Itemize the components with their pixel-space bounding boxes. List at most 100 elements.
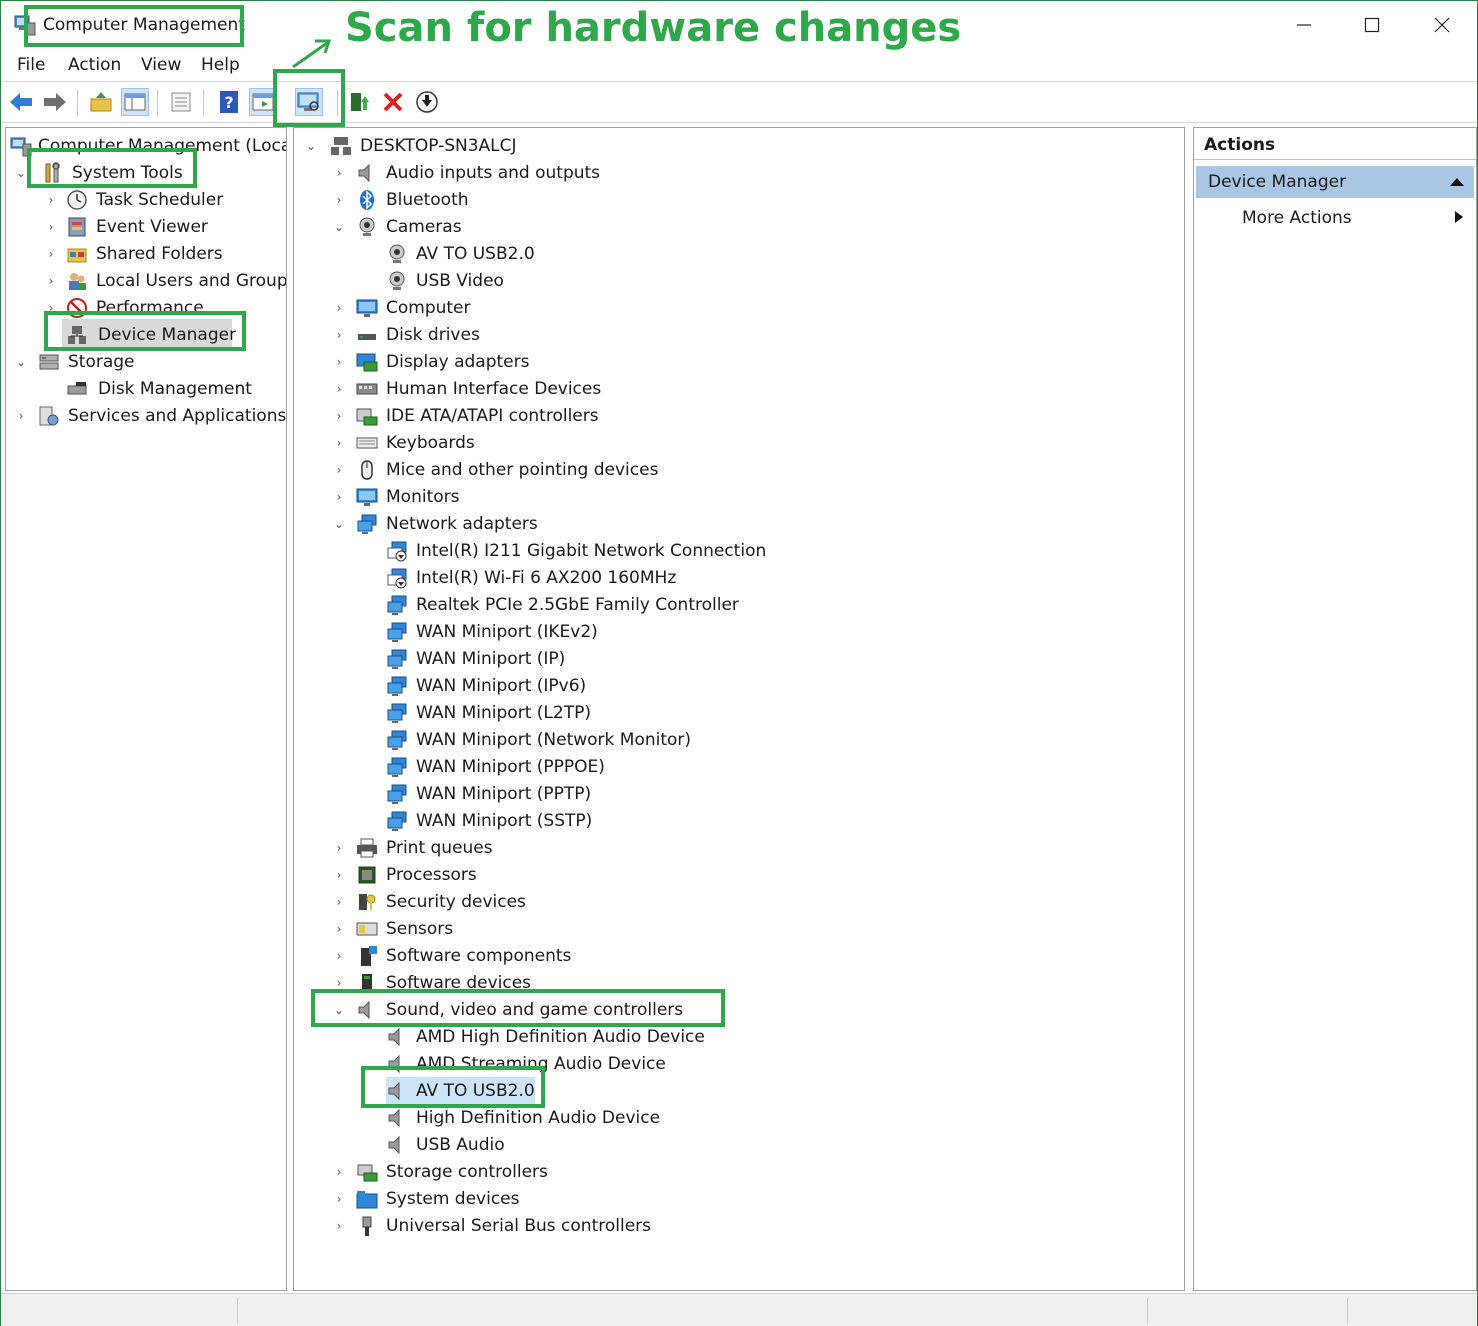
device-tree-root[interactable]: ⌄ DESKTOP-SN3ALCJ: [304, 132, 517, 159]
chevron-right-icon[interactable]: ›: [332, 1192, 346, 1206]
device-category[interactable]: › Computer: [332, 294, 471, 321]
chevron-right-icon[interactable]: ›: [332, 490, 346, 504]
chevron-right-icon[interactable]: ›: [332, 949, 346, 963]
help-button[interactable]: ?: [215, 88, 243, 116]
chevron-right-icon[interactable]: ›: [332, 409, 346, 423]
submenu-arrow-icon: [1455, 211, 1463, 223]
back-arrow-icon: [10, 93, 32, 111]
up-folder-button[interactable]: [87, 88, 115, 116]
device-category[interactable]: › Security devices: [332, 888, 526, 915]
enable-device-button[interactable]: [413, 88, 441, 116]
chevron-down-icon[interactable]: ⌄: [14, 355, 28, 369]
device-category[interactable]: › Storage controllers: [332, 1158, 548, 1185]
device-item[interactable]: WAN Miniport (IKEv2): [386, 618, 598, 645]
device-category[interactable]: ⌄ Cameras: [332, 213, 462, 240]
menu-action[interactable]: Action: [68, 55, 121, 75]
device-item[interactable]: WAN Miniport (IPv6): [386, 672, 586, 699]
device-item[interactable]: Realtek PCIe 2.5GbE Family Controller: [386, 591, 739, 618]
chevron-down-icon[interactable]: ⌄: [332, 517, 346, 531]
tree-item-event-viewer[interactable]: › Event Viewer: [44, 213, 208, 240]
svg-text:?: ?: [224, 93, 233, 112]
chevron-down-icon[interactable]: ⌄: [14, 166, 28, 180]
device-category[interactable]: › Print queues: [332, 834, 493, 861]
network-icon: [387, 703, 407, 723]
device-category[interactable]: › Bluetooth: [332, 186, 469, 213]
device-category[interactable]: › IDE ATA/ATAPI controllers: [332, 402, 599, 429]
device-item[interactable]: WAN Miniport (SSTP): [386, 807, 592, 834]
device-item[interactable]: WAN Miniport (PPPOE): [386, 753, 605, 780]
chevron-right-icon[interactable]: ›: [332, 436, 346, 450]
device-category[interactable]: › Mice and other pointing devices: [332, 456, 659, 483]
scan-button-highlight-box: [273, 69, 345, 127]
chevron-right-icon[interactable]: ›: [44, 193, 58, 207]
menu-help[interactable]: Help: [201, 55, 240, 75]
tree-item-storage[interactable]: ⌄ Storage: [14, 348, 135, 375]
minimize-button[interactable]: [1281, 7, 1327, 43]
device-category[interactable]: › Human Interface Devices: [332, 375, 602, 402]
device-category[interactable]: › Audio inputs and outputs: [332, 159, 600, 186]
update-driver-button[interactable]: [345, 88, 373, 116]
menu-view[interactable]: View: [141, 55, 181, 75]
chevron-right-icon[interactable]: ›: [332, 976, 346, 990]
chevron-down-icon[interactable]: ⌄: [304, 139, 318, 153]
tree-item-local-users[interactable]: › Local Users and Groups: [44, 267, 286, 294]
device-item[interactable]: USB Video: [386, 267, 504, 294]
clock-icon: [67, 189, 87, 210]
chevron-right-icon[interactable]: ›: [332, 355, 346, 369]
chevron-right-icon[interactable]: ›: [332, 166, 346, 180]
forward-button[interactable]: [41, 88, 69, 116]
tree-item-disk-management[interactable]: Disk Management: [66, 375, 252, 402]
chevron-right-icon[interactable]: ›: [44, 220, 58, 234]
collapse-triangle-icon[interactable]: [1450, 176, 1464, 188]
device-item[interactable]: AMD High Definition Audio Device: [386, 1023, 705, 1050]
device-item[interactable]: Intel(R) I211 Gigabit Network Connection: [386, 537, 766, 564]
device-category[interactable]: › Sensors: [332, 915, 454, 942]
device-category[interactable]: › Monitors: [332, 483, 460, 510]
tree-item-services-applications[interactable]: › Services and Applications: [14, 402, 286, 429]
chevron-right-icon[interactable]: ›: [332, 1219, 346, 1233]
device-item[interactable]: WAN Miniport (PPTP): [386, 780, 591, 807]
device-item[interactable]: High Definition Audio Device: [386, 1104, 660, 1131]
chevron-right-icon[interactable]: ›: [332, 895, 346, 909]
device-category[interactable]: › Universal Serial Bus controllers: [332, 1212, 651, 1239]
device-category[interactable]: › Display adapters: [332, 348, 530, 375]
close-button[interactable]: [1419, 7, 1465, 43]
chevron-right-icon[interactable]: ›: [44, 274, 58, 288]
chevron-right-icon[interactable]: ›: [44, 247, 58, 261]
chevron-right-icon[interactable]: ›: [332, 841, 346, 855]
chevron-right-icon[interactable]: ›: [332, 301, 346, 315]
maximize-button[interactable]: [1349, 7, 1395, 43]
tree-item-shared-folders[interactable]: › Shared Folders: [44, 240, 223, 267]
device-category[interactable]: › System devices: [332, 1185, 520, 1212]
device-item[interactable]: WAN Miniport (Network Monitor): [386, 726, 691, 753]
chevron-right-icon[interactable]: ›: [332, 922, 346, 936]
sensor-icon: [356, 922, 378, 935]
show-hide-console-tree-button[interactable]: [121, 88, 149, 116]
device-item[interactable]: USB Audio: [386, 1131, 505, 1158]
tree-item-task-scheduler[interactable]: › Task Scheduler: [44, 186, 224, 213]
chevron-right-icon[interactable]: ›: [14, 409, 28, 423]
device-item[interactable]: WAN Miniport (L2TP): [386, 699, 591, 726]
chevron-right-icon[interactable]: ›: [332, 382, 346, 396]
device-category[interactable]: › Processors: [332, 861, 477, 888]
menu-file[interactable]: File: [17, 55, 45, 75]
properties-button[interactable]: [167, 88, 195, 116]
device-category[interactable]: › Software components: [332, 942, 571, 969]
chevron-down-icon[interactable]: ⌄: [332, 220, 346, 234]
device-item[interactable]: Intel(R) Wi-Fi 6 AX200 160MHz: [386, 564, 676, 591]
device-item[interactable]: WAN Miniport (IP): [386, 645, 565, 672]
storage-icon: [39, 354, 59, 369]
device-category[interactable]: › Disk drives: [332, 321, 480, 348]
more-actions-link[interactable]: More Actions: [1242, 208, 1352, 228]
chevron-right-icon[interactable]: ›: [332, 868, 346, 882]
chevron-right-icon[interactable]: ›: [332, 328, 346, 342]
chevron-right-icon[interactable]: ›: [332, 193, 346, 207]
back-button[interactable]: [7, 88, 35, 116]
device-item[interactable]: AV TO USB2.0: [386, 240, 535, 267]
chevron-right-icon[interactable]: ›: [332, 1165, 346, 1179]
device-category[interactable]: › Keyboards: [332, 429, 475, 456]
device-category[interactable]: ⌄ Network adapters: [332, 510, 538, 537]
chevron-right-icon[interactable]: ›: [332, 463, 346, 477]
uninstall-device-button[interactable]: [379, 88, 407, 116]
actions-section-device-manager[interactable]: Device Manager: [1196, 166, 1474, 198]
